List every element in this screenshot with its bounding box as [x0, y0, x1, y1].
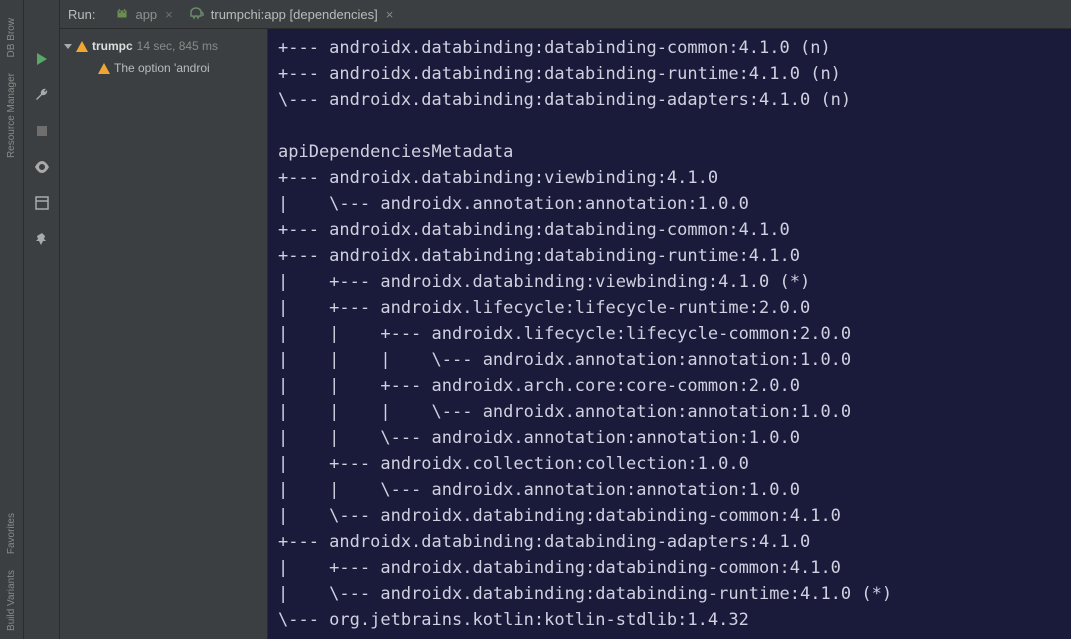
console-output[interactable]: +--- androidx.databinding:databinding-co…	[268, 29, 1071, 639]
stop-icon[interactable]	[33, 122, 51, 140]
tab-dependencies[interactable]: trumpchi:app [dependencies] ×	[183, 0, 400, 28]
tab-dependencies-label: trumpchi:app [dependencies]	[211, 7, 378, 22]
run-body: trumpc 14 sec, 845 ms The option 'androi…	[60, 29, 1071, 639]
tree-root-name: trumpc	[92, 39, 133, 53]
warning-icon	[98, 63, 110, 74]
sidebar-tab-favorites[interactable]: Favorites	[6, 513, 17, 554]
tab-app-label: app	[135, 7, 157, 22]
tree-warning-text: The option 'androi	[114, 61, 210, 75]
close-icon[interactable]: ×	[386, 7, 394, 22]
eye-icon[interactable]	[33, 158, 51, 176]
sidebar-tab-build[interactable]: Build Variants	[6, 570, 17, 631]
tree-root-time: 14 sec, 845 ms	[137, 39, 218, 53]
warning-icon	[76, 41, 88, 52]
sidebar-tab-resource[interactable]: Resource Manager	[6, 73, 17, 158]
tree-root-row[interactable]: trumpc 14 sec, 845 ms	[64, 35, 263, 57]
run-tab-bar: Run: app × trumpchi:app [dependencies] ×	[60, 0, 1071, 29]
sidebar-tab-db[interactable]: DB Brow	[6, 18, 17, 57]
elephant-icon	[189, 6, 205, 23]
wrench-icon[interactable]	[33, 86, 51, 104]
run-tool-rail	[24, 0, 60, 639]
task-tree: trumpc 14 sec, 845 ms The option 'androi	[60, 29, 268, 639]
vertical-tool-strip: DB Brow Resource Manager Favorites Build…	[0, 0, 24, 639]
run-icon[interactable]	[33, 50, 51, 68]
close-icon[interactable]: ×	[165, 7, 173, 22]
chevron-down-icon	[64, 44, 72, 49]
tab-app[interactable]: app ×	[109, 0, 178, 28]
tree-warning-row[interactable]: The option 'androi	[64, 57, 263, 79]
layout-icon[interactable]	[33, 194, 51, 212]
android-icon	[115, 6, 129, 23]
run-label: Run:	[68, 7, 95, 22]
pin-icon[interactable]	[33, 230, 51, 248]
main-area: Run: app × trumpchi:app [dependencies] ×…	[60, 0, 1071, 639]
